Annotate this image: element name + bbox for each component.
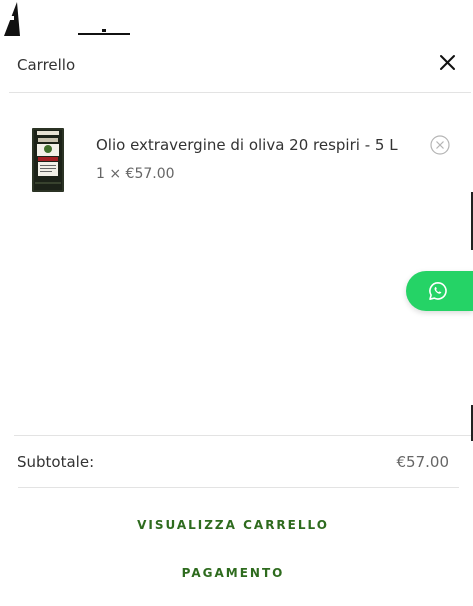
- subtotal-value: €57.00: [396, 453, 450, 471]
- close-button[interactable]: [435, 50, 461, 76]
- cart-title: Carrello: [17, 56, 76, 74]
- view-cart-button[interactable]: VISUALIZZA CARRELLO: [0, 518, 466, 532]
- background-artifact-shape: [4, 2, 20, 36]
- whatsapp-chat-button[interactable]: [406, 271, 473, 311]
- background-artifact-line: [78, 33, 130, 35]
- subtotal-divider-top: [14, 435, 471, 436]
- cart-header: Carrello: [0, 36, 473, 92]
- close-icon: [440, 55, 455, 70]
- subtotal-divider-bottom: [18, 487, 459, 488]
- subtotal-label: Subtotale:: [17, 453, 95, 471]
- background-artifact-tick: [102, 29, 106, 32]
- whatsapp-icon: [429, 282, 447, 300]
- product-quantity-price: 1 × €57.00: [96, 166, 175, 182]
- product-thumbnail[interactable]: [32, 128, 64, 192]
- remove-circle-x-icon: [430, 135, 450, 155]
- cart-panel: Carrello Olio extravergine di oliva 20 r…: [0, 0, 473, 606]
- checkout-button[interactable]: PAGAMENTO: [0, 566, 466, 580]
- remove-item-button[interactable]: [429, 134, 451, 156]
- product-name[interactable]: Olio extravergine di oliva 20 respiri - …: [96, 136, 398, 154]
- header-divider: [9, 92, 471, 93]
- cart-item: Olio extravergine di oliva 20 respiri - …: [0, 120, 473, 200]
